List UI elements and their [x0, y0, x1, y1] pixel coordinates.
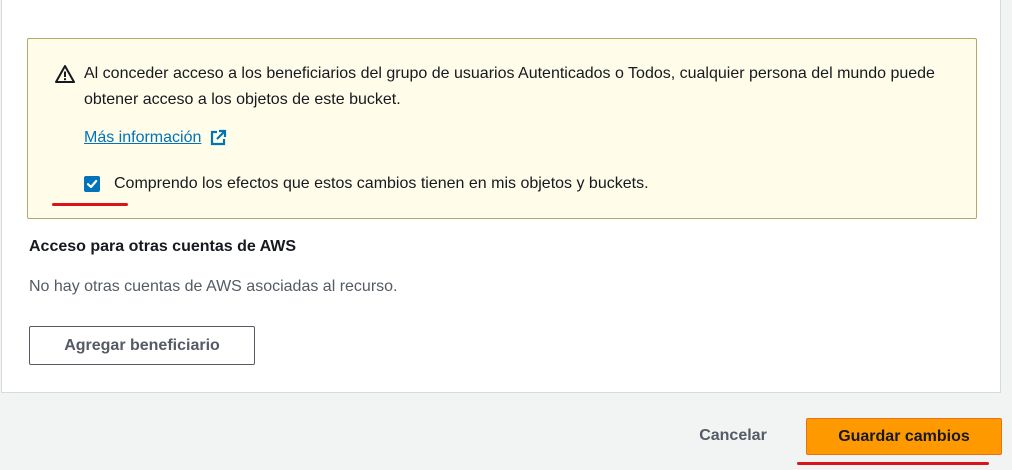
acknowledge-row: Comprendo los efectos que estos cambios …: [84, 175, 649, 193]
add-grantee-button[interactable]: Agregar beneficiario: [29, 326, 255, 365]
save-changes-button[interactable]: Guardar cambios: [806, 418, 1002, 455]
warning-message: Al conceder acceso a los beneficiarios d…: [84, 65, 935, 108]
annotation-underline-checkbox: [52, 203, 128, 206]
more-info-link[interactable]: Más información: [84, 129, 227, 147]
permissions-panel: Al conceder acceso a los beneficiarios d…: [1, 0, 1001, 393]
warning-triangle-icon: [55, 65, 75, 83]
annotation-underline-save: [797, 462, 989, 465]
other-accounts-description: No hay otras cuentas de AWS asociadas al…: [29, 278, 398, 295]
external-link-icon: [211, 129, 227, 146]
cancel-button[interactable]: Cancelar: [680, 418, 786, 454]
more-info-label: Más información: [84, 129, 202, 146]
acknowledge-checkbox[interactable]: [84, 176, 100, 192]
checkmark-icon: [86, 179, 98, 189]
acknowledge-label[interactable]: Comprendo los efectos que estos cambios …: [114, 175, 649, 193]
warning-alert: Al conceder acceso a los beneficiarios d…: [27, 38, 977, 219]
other-accounts-title: Acceso para otras cuentas de AWS: [29, 238, 297, 255]
